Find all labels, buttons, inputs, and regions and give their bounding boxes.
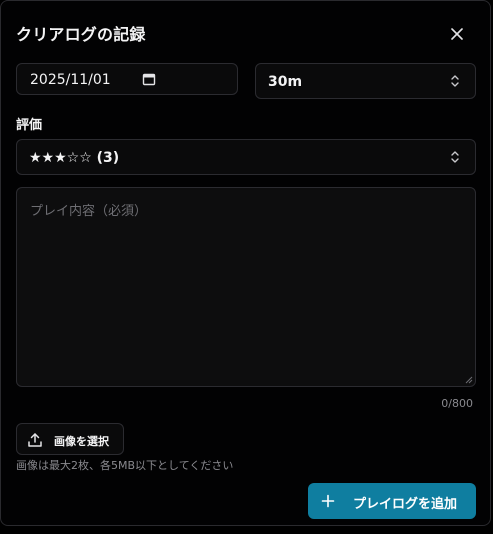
add-play-log-label: プレイログを追加 [353,497,458,512]
clear-log-dialog: クリアログの記録 2025/11/01 30m 評価 ★★★☆☆ (3) プレイ… [0,0,491,526]
date-input[interactable]: 2025/11/01 [16,63,238,95]
plus-icon [321,494,335,508]
textarea-placeholder: プレイ内容（必須） [30,204,148,219]
upload-hint: 画像は最大2枚、各5MB以下としてください [16,459,234,472]
calendar-icon[interactable] [142,72,156,86]
select-image-button[interactable]: 画像を選択 [16,423,124,455]
close-button[interactable] [445,22,469,46]
dialog-title: クリアログの記録 [16,25,146,44]
select-image-label: 画像を選択 [54,435,109,448]
rating-value: ★★★☆☆ (3) [29,150,120,166]
date-value: 2025/11/01 [30,72,111,88]
upload-icon [28,433,42,447]
char-counter: 0/800 [441,397,473,410]
duration-select[interactable]: 30m [255,63,476,99]
resize-handle-icon[interactable] [465,376,473,384]
close-icon [451,28,463,40]
chevron-up-down-icon [451,75,459,87]
duration-value: 30m [268,74,303,90]
rating-label: 評価 [16,118,43,133]
chevron-up-down-icon [451,151,459,163]
add-play-log-button[interactable]: プレイログを追加 [308,483,476,519]
rating-select[interactable]: ★★★☆☆ (3) [16,139,476,175]
play-content-textarea[interactable]: プレイ内容（必須） [16,187,476,387]
